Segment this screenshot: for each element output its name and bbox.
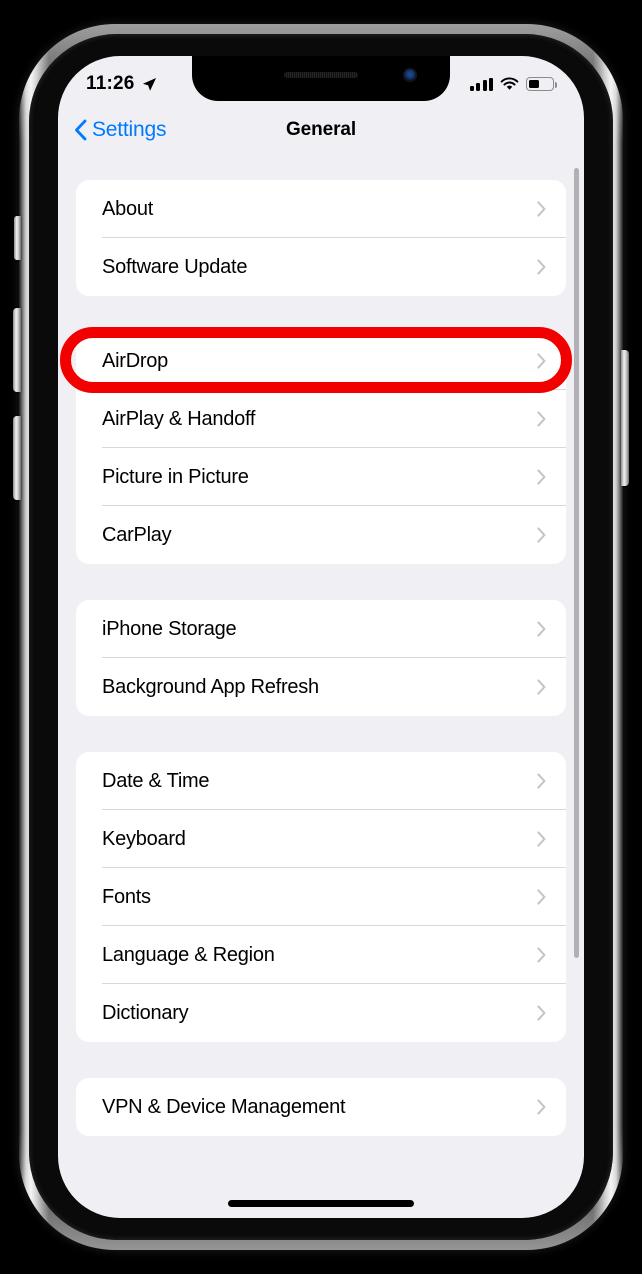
settings-row[interactable]: AirPlay & Handoff (76, 390, 566, 448)
back-button-label: Settings (92, 118, 167, 141)
settings-row[interactable]: Language & Region (76, 926, 566, 984)
screenshot-stage: 11:26 Settings General About Software Up… (0, 0, 642, 1274)
settings-row[interactable]: VPN & Device Management (76, 1078, 566, 1136)
chevron-right-icon (537, 527, 546, 543)
chevron-right-icon (537, 353, 546, 369)
settings-row[interactable]: Fonts (76, 868, 566, 926)
earpiece-speaker-icon (284, 72, 358, 78)
settings-row-label: Picture in Picture (102, 465, 249, 488)
settings-row-label: Software Update (102, 255, 248, 278)
settings-row[interactable]: About (76, 180, 566, 238)
settings-group: Date & Time Keyboard Fonts Language & Regio… (76, 752, 566, 1042)
scrollbar[interactable] (574, 168, 579, 958)
chevron-right-icon (537, 621, 546, 637)
status-bar-left: 11:26 (86, 73, 157, 95)
battery-icon (526, 77, 558, 91)
cellular-signal-icon (469, 77, 493, 91)
chevron-right-icon (537, 201, 546, 217)
chevron-right-icon (537, 947, 546, 963)
wifi-icon (500, 77, 519, 90)
settings-row-label: About (102, 197, 154, 220)
settings-group: VPN & Device Management (76, 1078, 566, 1136)
settings-row[interactable]: Picture in Picture (76, 448, 566, 506)
settings-row[interactable]: AirDrop (76, 332, 566, 390)
back-button[interactable]: Settings (74, 118, 166, 142)
chevron-right-icon (537, 1005, 546, 1021)
settings-row[interactable]: Dictionary (76, 984, 566, 1042)
settings-row-label: Dictionary (102, 1001, 189, 1024)
settings-row[interactable]: Keyboard (76, 810, 566, 868)
status-bar-right (469, 77, 558, 91)
settings-row-label: iPhone Storage (102, 617, 237, 640)
settings-row[interactable]: Date & Time (76, 752, 566, 810)
settings-row[interactable]: Background App Refresh (76, 658, 566, 716)
navigation-bar: Settings General (58, 106, 584, 154)
settings-group: About Software Update (76, 180, 566, 296)
chevron-right-icon (537, 889, 546, 905)
settings-group: iPhone Storage Background App Refresh (76, 600, 566, 716)
settings-row[interactable]: CarPlay (76, 506, 566, 564)
settings-row-label: Language & Region (102, 943, 275, 966)
settings-row-label: Background App Refresh (102, 675, 319, 698)
settings-row-label: AirDrop (102, 349, 169, 372)
chevron-right-icon (537, 259, 546, 275)
volume-up-button[interactable] (13, 308, 21, 392)
settings-row[interactable]: Software Update (76, 238, 566, 296)
chevron-left-icon (75, 119, 87, 141)
chevron-right-icon (537, 831, 546, 847)
settings-row-label: CarPlay (102, 523, 172, 546)
location-arrow-icon (142, 77, 156, 91)
phone-screen: 11:26 Settings General About Software Up… (58, 56, 584, 1218)
mute-switch[interactable] (14, 216, 21, 260)
chevron-right-icon (537, 773, 546, 789)
settings-row[interactable]: iPhone Storage (76, 600, 566, 658)
chevron-right-icon (537, 1099, 546, 1115)
front-camera-icon (404, 69, 416, 81)
home-indicator[interactable] (228, 1200, 414, 1207)
settings-row-label: Fonts (102, 885, 151, 908)
chevron-right-icon (537, 411, 546, 427)
chevron-right-icon (537, 469, 546, 485)
settings-row-label: VPN & Device Management (102, 1095, 346, 1118)
volume-down-button[interactable] (13, 416, 21, 500)
settings-list[interactable]: About Software Update AirDrop AirPlay & Han… (58, 154, 584, 1218)
display-notch (192, 56, 450, 101)
settings-row-label: Date & Time (102, 769, 210, 792)
power-button[interactable] (621, 350, 629, 486)
settings-group: AirDrop AirPlay & Handoff Picture in Pictu… (76, 332, 566, 564)
settings-row-label: Keyboard (102, 827, 186, 850)
chevron-right-icon (537, 679, 546, 695)
status-time: 11:26 (86, 73, 135, 94)
settings-row-label: AirPlay & Handoff (102, 407, 256, 430)
